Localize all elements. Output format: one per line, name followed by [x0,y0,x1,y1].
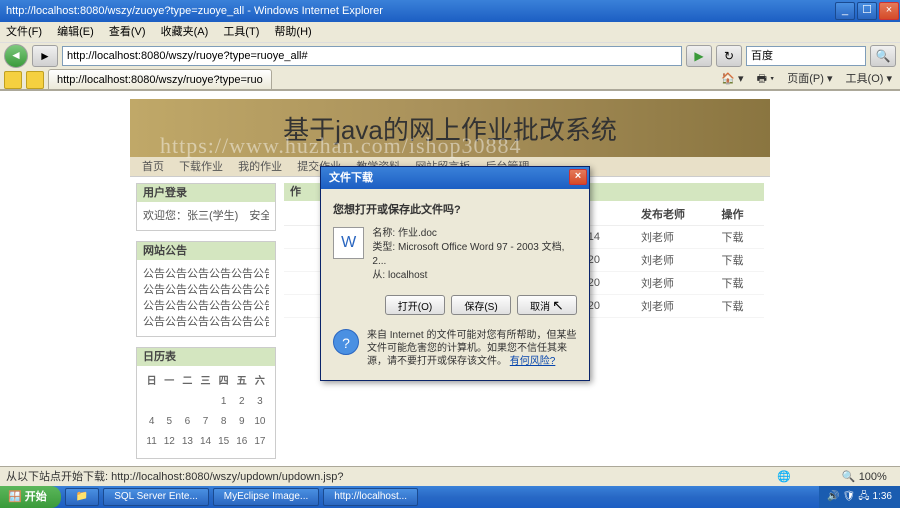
dialog-title: 文件下载 [329,167,373,189]
url-input[interactable] [62,46,682,66]
calendar-title: 日历表 [137,348,275,366]
tray-clock[interactable]: 1:36 [873,486,892,508]
download-link[interactable]: 下载 [718,295,764,318]
menu-fav[interactable]: 收藏夹(A) [161,26,209,38]
download-link[interactable]: 下载 [718,272,764,295]
site-banner: 基于java的网上作业批改系统 https://www.huzhan.com/i… [130,99,770,157]
tray-icon[interactable]: 🛡 [843,486,856,508]
login-info: 欢迎您：张三(学生) 安全退出 [143,208,269,224]
internet-zone: 🌐 Internet [777,467,830,486]
favorites-add-icon[interactable] [26,71,44,89]
toolbar-right: 🏠 ▾ 🖶 ▾ 页面(P) ▾ 工具(O) ▾ [711,70,900,89]
info-icon: ? [333,329,359,355]
search-input[interactable]: 百度 [746,46,866,66]
go-button[interactable]: ▶ [686,45,712,67]
tray-icon[interactable]: 🔊 [827,486,839,508]
dialog-title-bar[interactable]: 文件下载 × [321,167,589,189]
start-button[interactable]: 🪟 开始 [0,486,61,508]
dialog-question: 您想打开或保存此文件吗? [333,201,577,217]
dialog-close-button[interactable]: × [569,169,587,185]
calendar-panel: 日历表 日一二三四五六 123 45678910 11121314151617 [136,347,276,459]
tab-bar: http://localhost:8080/wszy/ruoye?type=ru… [0,68,900,90]
menu-edit[interactable]: 编辑(E) [57,26,94,38]
file-download-dialog: 文件下载 × 您想打开或保存此文件吗? W 名称: 作业.doc 类型: Mic… [320,166,590,381]
sidebar: 用户登录 欢迎您：张三(学生) 安全退出 网站公告 公告公告公告公告公告公告 公… [136,183,276,469]
warning-text: 来自 Internet 的文件可能对您有所帮助，但某些文件可能危害您的计算机。如… [367,329,577,368]
window-controls: _ ☐ × [834,0,900,22]
menu-file[interactable]: 文件(F) [6,26,42,38]
address-bar: ◄ ► ▶ ↻ 百度 🔍 [0,42,900,68]
favorites-icon[interactable] [4,71,22,89]
file-details: 名称: 作业.doc 类型: Microsoft Office Word 97 … [372,227,577,283]
nav-mywork[interactable]: 我的作业 [238,161,282,173]
system-tray[interactable]: 🔊 🛡 🖧 1:36 [819,486,900,508]
search-button[interactable]: 🔍 [870,45,896,67]
col-teacher: 发布老师 [637,203,718,226]
nav-download[interactable]: 下载作业 [179,161,223,173]
print-icon[interactable]: 🖶 ▾ [757,73,775,85]
tools-menu[interactable]: 工具(O) [846,73,884,85]
login-panel: 用户登录 欢迎您：张三(学生) 安全退出 [136,183,276,231]
cursor-icon: ↖ [552,297,564,313]
menu-tools[interactable]: 工具(T) [223,26,259,38]
task-item[interactable]: SQL Server Ente... [103,488,209,506]
task-item[interactable]: 📁 [65,488,99,506]
save-button[interactable]: 保存(S) [451,295,511,315]
open-button[interactable]: 打开(O) [385,295,445,315]
menu-bar: 文件(F) 编辑(E) 查看(V) 收藏夹(A) 工具(T) 帮助(H) [0,22,900,42]
menu-help[interactable]: 帮助(H) [274,26,311,38]
notice-panel: 网站公告 公告公告公告公告公告公告 公告公告公告公告公告公告 公告公告公告公告公… [136,241,276,337]
taskbar: 🪟 开始 📁 SQL Server Ente... MyEclipse Imag… [0,486,900,508]
notice-line[interactable]: 公告公告公告公告公告公告 [143,298,269,314]
login-panel-title: 用户登录 [137,184,275,202]
home-icon[interactable]: 🏠 ▾ [721,73,743,85]
cancel-button[interactable]: 取消↖ [517,295,577,315]
download-link[interactable]: 下载 [718,249,764,272]
risk-link[interactable]: 有何风险? [510,356,556,367]
window-title: http://localhost:8080/wszy/zuoye?type=zu… [6,0,383,22]
notice-line[interactable]: 公告公告公告公告公告公告 [143,282,269,298]
close-button[interactable]: × [879,2,899,20]
calendar-table: 日一二三四五六 123 45678910 11121314151617 [143,372,269,452]
refresh-button[interactable]: ↻ [716,45,742,67]
download-link[interactable]: 下载 [718,226,764,249]
back-button[interactable]: ◄ [4,44,28,68]
maximize-button[interactable]: ☐ [857,2,877,20]
menu-view[interactable]: 查看(V) [109,26,146,38]
tray-icon[interactable]: 🖧 [858,486,869,508]
page-menu[interactable]: 页面(P) [787,73,824,85]
notice-line[interactable]: 公告公告公告公告公告公告 [143,266,269,282]
notice-panel-title: 网站公告 [137,242,275,260]
forward-button[interactable]: ► [32,45,58,67]
notice-line[interactable]: 公告公告公告公告公告公告 [143,314,269,330]
window-title-bar: http://localhost:8080/wszy/zuoye?type=zu… [0,0,900,22]
status-left: 从以下站点开始下载: http://localhost:8080/wszy/up… [6,467,777,486]
col-op: 操作 [718,203,764,226]
status-bar: 从以下站点开始下载: http://localhost:8080/wszy/up… [0,466,900,486]
watermark-text: https://www.huzhan.com/ishop30884 [160,133,522,159]
task-item[interactable]: MyEclipse Image... [213,488,319,506]
browser-tab[interactable]: http://localhost:8080/wszy/ruoye?type=ru… [48,69,272,89]
task-item[interactable]: http://localhost... [323,488,418,506]
word-file-icon: W [333,227,364,259]
nav-home[interactable]: 首页 [142,161,164,173]
minimize-button[interactable]: _ [835,2,855,20]
zoom-level[interactable]: 🔍 100% ▾ [842,467,894,486]
